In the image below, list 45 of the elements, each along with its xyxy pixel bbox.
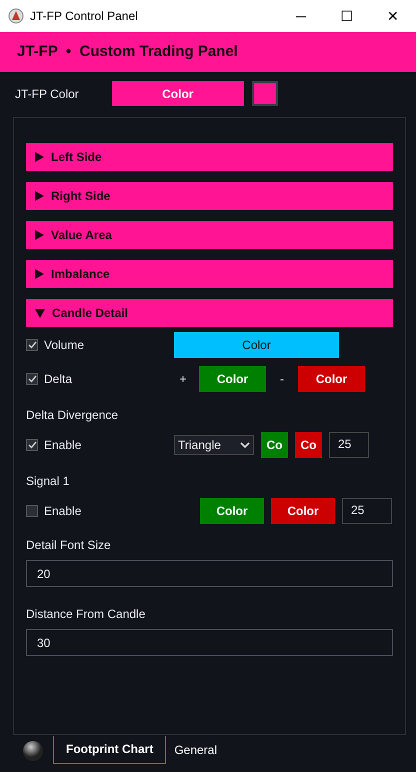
color-label: JT-FP Color bbox=[15, 86, 79, 102]
maximize-button[interactable]: ☐ bbox=[324, 0, 370, 32]
group-label: Signal 1 bbox=[26, 473, 70, 490]
color-button[interactable]: Color bbox=[298, 366, 365, 392]
ball-icon bbox=[23, 740, 43, 760]
checkbox-label: Volume bbox=[44, 337, 84, 354]
section-header[interactable]: Candle Detail bbox=[26, 299, 393, 327]
dropdown-value: Triangle bbox=[178, 437, 221, 454]
group-label: Delta Divergence bbox=[26, 407, 120, 424]
chevron-icon bbox=[240, 441, 250, 449]
color-button[interactable]: Color bbox=[199, 366, 266, 392]
color-button[interactable]: Co bbox=[261, 432, 288, 458]
color-button[interactable]: Color bbox=[271, 498, 335, 524]
checkbox[interactable] bbox=[26, 505, 38, 517]
dropdown[interactable]: Triangle bbox=[174, 435, 254, 455]
number-field[interactable]: 25 bbox=[329, 432, 369, 458]
section-header[interactable]: Value Area bbox=[26, 221, 393, 249]
field-label: Distance From Candle bbox=[26, 606, 146, 623]
checkbox-label: Delta bbox=[44, 371, 72, 388]
close-button[interactable]: ✕ bbox=[370, 0, 416, 32]
field-label: Detail Font Size bbox=[26, 537, 112, 554]
color-swatch[interactable] bbox=[252, 81, 278, 106]
input-field[interactable]: 20 bbox=[26, 560, 393, 587]
section-header[interactable]: Left Side bbox=[26, 143, 393, 171]
color-button[interactable]: Color bbox=[200, 498, 264, 524]
section-header[interactable]: Right Side bbox=[26, 182, 393, 210]
minimize-button[interactable]: ─ bbox=[278, 0, 324, 32]
color-button[interactable]: Color bbox=[112, 81, 244, 106]
app-icon bbox=[8, 8, 24, 24]
color-button[interactable]: Color bbox=[174, 332, 339, 358]
sign-label: - bbox=[279, 371, 285, 388]
sign-label: + bbox=[178, 371, 188, 388]
tab[interactable]: Footprint Chart bbox=[53, 736, 166, 764]
checkbox-label: Enable bbox=[44, 437, 82, 454]
color-button[interactable]: Co bbox=[295, 432, 322, 458]
checkbox[interactable] bbox=[26, 339, 38, 351]
window-title: JT-FP Control Panel bbox=[30, 8, 139, 25]
input-field[interactable]: 30 bbox=[26, 629, 393, 656]
panel-title: JT-FP • Custom Trading Panel bbox=[17, 42, 238, 62]
tab[interactable]: General bbox=[166, 736, 226, 764]
checkbox[interactable] bbox=[26, 439, 38, 451]
checkbox[interactable] bbox=[26, 373, 38, 385]
checkbox-label: Enable bbox=[44, 503, 82, 520]
number-field[interactable]: 25 bbox=[342, 498, 392, 524]
section-header[interactable]: Imbalance bbox=[26, 260, 393, 288]
